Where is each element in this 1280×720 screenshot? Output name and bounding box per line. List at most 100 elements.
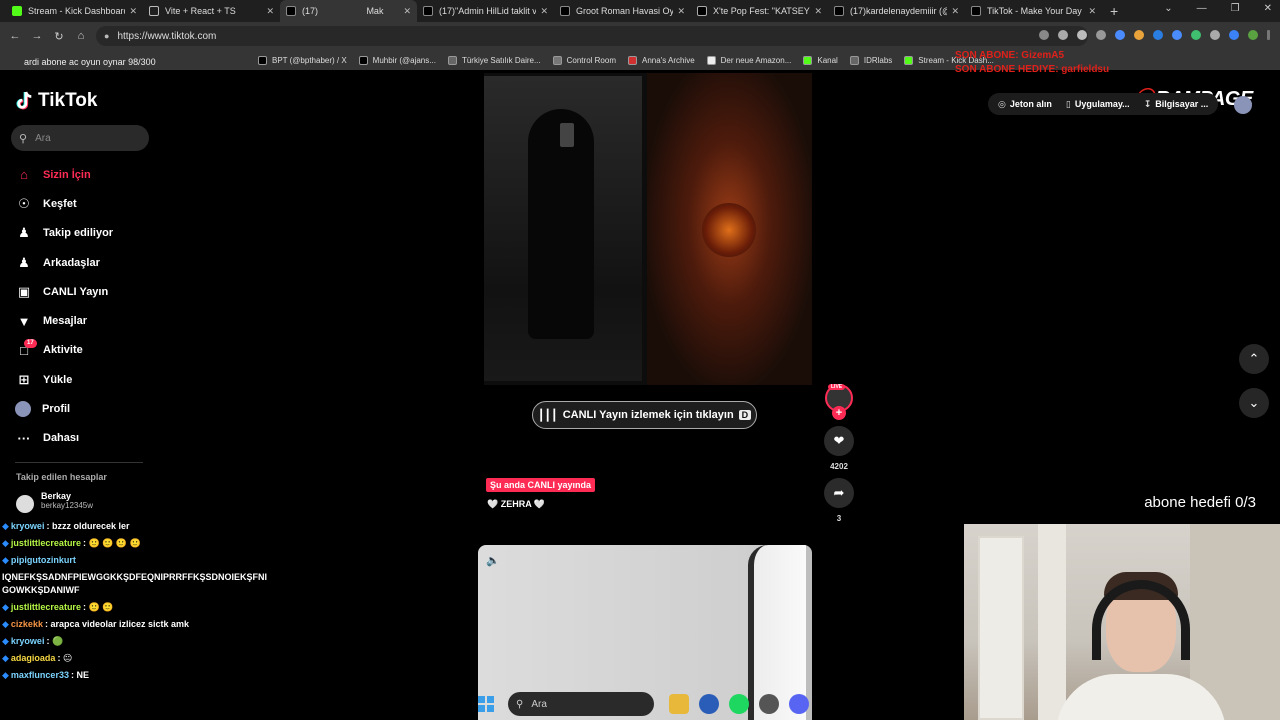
browser-tab[interactable]: (17) Mak ✕ bbox=[280, 0, 417, 22]
window-controls: ⌄ — ❐ ✕ bbox=[1164, 3, 1272, 14]
bookmark-item[interactable]: Control Room bbox=[552, 55, 616, 65]
discord-icon[interactable] bbox=[789, 694, 809, 714]
get-app-button[interactable]: ▯ Uygulamay... bbox=[1066, 99, 1130, 110]
file-explorer-icon[interactable] bbox=[669, 694, 689, 714]
x-icon bbox=[358, 55, 368, 65]
close-icon[interactable]: ✕ bbox=[1088, 6, 1096, 17]
sidebar-item[interactable]: ▼ Mesajlar bbox=[15, 306, 113, 335]
search-input[interactable]: ⚲ Ara bbox=[11, 125, 149, 151]
chat-username: adagioada bbox=[10, 653, 56, 663]
home-icon[interactable]: ⌂ bbox=[70, 30, 92, 42]
close-icon[interactable]: ✕ bbox=[266, 6, 274, 17]
extension-icon[interactable] bbox=[1058, 30, 1068, 40]
sidebar-item-label: Profil bbox=[42, 403, 71, 416]
bookmark-item[interactable]: Der neue Amazon... bbox=[706, 55, 792, 65]
browser-tab[interactable]: X'te Pop Fest: "KATSEYE'd ✕ bbox=[691, 0, 828, 22]
browser-tab[interactable]: (17)kardelenaydemiiir (@ ✕ bbox=[828, 0, 965, 22]
tiktok-icon bbox=[834, 6, 844, 16]
video-caption: 🤍 ZEHRA 🤍 bbox=[487, 499, 546, 509]
sidebar-item[interactable]: ♟ Takip ediliyor bbox=[15, 219, 113, 248]
reload-icon[interactable]: ↻ bbox=[48, 30, 70, 43]
phoenix-image bbox=[702, 203, 756, 257]
url-field[interactable]: ● https://www.tiktok.com bbox=[96, 26, 1088, 46]
windows-start-icon[interactable] bbox=[478, 696, 494, 712]
bookmark-item[interactable]: IDRlabs bbox=[849, 55, 892, 65]
bookmark-item[interactable]: Muhbir (@ajans... bbox=[358, 55, 436, 65]
bookmark-item[interactable]: Türkiye Satılık Daire... bbox=[447, 55, 541, 65]
extension-icon[interactable] bbox=[1039, 30, 1049, 40]
extension-icon[interactable] bbox=[1210, 30, 1220, 40]
bookmark-item[interactable]: BPT (@bpthaber) / X bbox=[258, 55, 347, 65]
minimize-icon[interactable]: — bbox=[1197, 3, 1207, 14]
live-tv-icon: ▣ bbox=[17, 283, 31, 299]
following-account[interactable]: Berkay berkay12345w bbox=[16, 491, 93, 513]
sidebar-item[interactable]: Profil bbox=[15, 394, 113, 423]
chat-badge-icon: ◆ bbox=[2, 521, 9, 531]
close-icon[interactable]: ✕ bbox=[814, 6, 822, 17]
close-icon[interactable]: ✕ bbox=[540, 6, 548, 17]
extension-icon[interactable] bbox=[1134, 30, 1144, 40]
maximize-icon[interactable]: ❐ bbox=[1231, 3, 1240, 14]
get-app-label: Uygulamay... bbox=[1074, 98, 1130, 109]
like-action[interactable]: ❤ 4202 bbox=[824, 426, 854, 471]
last-sub-alert: SON ABONE: GizemA5 bbox=[955, 50, 1065, 61]
profile-avatar-icon bbox=[15, 401, 31, 418]
tab-list-icon[interactable]: ⌄ bbox=[1164, 3, 1172, 14]
browser-tab[interactable]: Vite + React + TS ✕ bbox=[143, 0, 280, 22]
close-window-icon[interactable]: ✕ bbox=[1264, 3, 1272, 14]
sidebar-item[interactable]: ☉ Keşfet bbox=[15, 189, 113, 218]
chat-username: maxfluncer33 bbox=[10, 670, 69, 680]
sidebar-item[interactable]: ♟ Arkadaşlar bbox=[15, 248, 113, 277]
extension-icon[interactable] bbox=[1096, 30, 1106, 40]
scroll-down-button[interactable]: ⌄ bbox=[1239, 388, 1269, 418]
watch-live-button[interactable]: ┃┃┃ CANLI Yayın izlemek için tıklayın D bbox=[532, 401, 757, 429]
bookmark-item[interactable]: Anna's Archive bbox=[627, 55, 695, 65]
close-icon[interactable]: ✕ bbox=[951, 6, 959, 17]
forward-icon[interactable]: → bbox=[26, 30, 48, 42]
chat-badge-icon: ◆ bbox=[2, 653, 9, 663]
bookmark-label: Der neue Amazon... bbox=[720, 55, 792, 65]
sidebar-item[interactable]: ··· Dahası bbox=[15, 424, 113, 453]
menu-icon[interactable] bbox=[1267, 30, 1270, 40]
volume-icon[interactable]: 🔈 bbox=[486, 554, 500, 567]
extension-icon[interactable] bbox=[1229, 30, 1239, 40]
chrome-icon[interactable] bbox=[699, 694, 719, 714]
pc-app-button[interactable]: ↧ Bilgisayar ... bbox=[1144, 99, 1209, 110]
browser-tab[interactable]: TikTok - Make Your Day ✕ bbox=[965, 0, 1102, 22]
close-icon[interactable]: ✕ bbox=[129, 6, 137, 17]
get-coins-button[interactable]: ◎ Jeton alın bbox=[998, 99, 1052, 110]
extension-icon[interactable] bbox=[1153, 30, 1163, 40]
profile-icon[interactable] bbox=[1248, 30, 1258, 40]
sidebar-item[interactable]: □ 17 Aktivite bbox=[15, 336, 113, 365]
extension-icon[interactable] bbox=[1077, 30, 1087, 40]
taskbar-search[interactable]: ⚲ Ara bbox=[508, 692, 654, 716]
extension-icon[interactable] bbox=[1115, 30, 1125, 40]
extension-icon[interactable] bbox=[1172, 30, 1182, 40]
extension-icon[interactable] bbox=[1191, 30, 1201, 40]
live-video-preview[interactable] bbox=[484, 73, 812, 385]
heart-icon[interactable]: ❤ bbox=[824, 426, 854, 456]
kick-icon bbox=[904, 55, 914, 65]
obs-icon[interactable] bbox=[759, 694, 779, 714]
follow-plus-button[interactable]: + bbox=[832, 406, 846, 420]
close-icon[interactable]: ✕ bbox=[677, 6, 685, 17]
sidebar-item[interactable]: ▣ CANLI Yayın bbox=[15, 277, 113, 306]
globe-icon bbox=[849, 55, 859, 65]
back-icon[interactable]: ← bbox=[4, 30, 26, 42]
tiktok-icon bbox=[423, 6, 433, 16]
share-action[interactable]: ➦ 3 bbox=[824, 478, 854, 523]
close-icon[interactable]: ✕ bbox=[403, 6, 411, 17]
tiktok-logo[interactable]: TikTok bbox=[16, 90, 97, 112]
divider bbox=[15, 462, 143, 463]
new-tab-button[interactable]: + bbox=[1110, 3, 1118, 19]
scroll-up-button[interactable]: ⌃ bbox=[1239, 344, 1269, 374]
share-icon[interactable]: ➦ bbox=[824, 478, 854, 508]
sidebar-item[interactable]: ⊞ Yükle bbox=[15, 365, 113, 394]
sidebar-item[interactable]: ⌂ Sizin İçin bbox=[15, 160, 113, 189]
spotify-icon[interactable] bbox=[729, 694, 749, 714]
browser-tab[interactable]: (17)"Admin HilLid taklit vi ✕ bbox=[417, 0, 554, 22]
browser-tab[interactable]: Stream - Kick Dashboard ✕ bbox=[6, 0, 143, 22]
user-avatar[interactable] bbox=[1234, 96, 1252, 114]
browser-tab[interactable]: Groot Roman Havasi Oyn ✕ bbox=[554, 0, 691, 22]
bookmark-item[interactable]: Kanal bbox=[803, 55, 838, 65]
